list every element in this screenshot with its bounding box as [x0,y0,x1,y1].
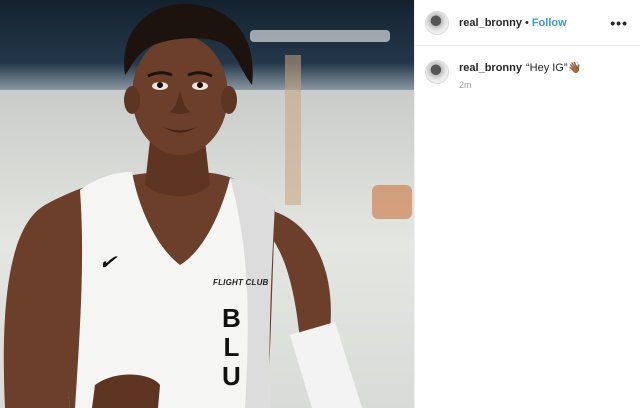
jersey-team-text: FLIGHT CLUB [213,278,269,287]
arm-sleeve [290,322,362,408]
left-ear [124,86,140,114]
post-photo[interactable]: ✔ FLIGHT CLUB B L U [0,0,414,408]
caption-comment: real_bronny “Hey IG”👋🏾 2m [415,46,640,90]
jersey-letters: B L U [222,303,241,391]
author-username[interactable]: real_bronny [459,17,522,29]
follow-button[interactable]: Follow [532,17,567,29]
caption-avatar[interactable] [425,60,449,84]
post-side-panel: real_bronny • Follow ••• real_bronny “Hey… [414,0,640,408]
caption-body: real_bronny “Hey IG”👋🏾 2m [459,60,581,90]
athlete-illustration [3,3,362,408]
more-options-icon[interactable]: ••• [610,15,628,31]
caption-username[interactable]: real_bronny [459,62,522,74]
post-timestamp[interactable]: 2m [459,80,581,90]
author-avatar[interactable] [425,10,449,35]
right-ear [221,86,237,114]
separator-dot: • [524,16,529,29]
caption-text: “Hey IG”👋🏾 [525,62,582,74]
caption-line: real_bronny “Hey IG”👋🏾 [459,60,581,76]
instagram-post: ✔ FLIGHT CLUB B L U real_bronny • Follow… [0,0,640,408]
post-header: real_bronny • Follow ••• [415,0,640,46]
right-arm [265,210,331,340]
